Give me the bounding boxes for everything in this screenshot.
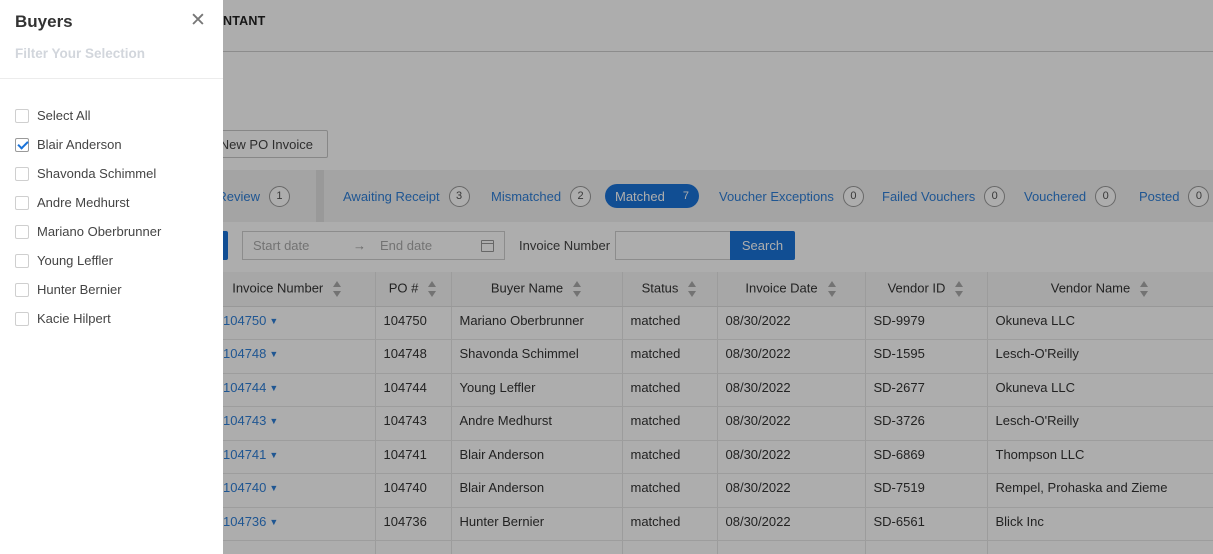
drawer-subtitle: Filter Your Selection xyxy=(15,46,146,61)
option-young-leffler[interactable]: Young Leffler xyxy=(15,246,161,275)
checkbox[interactable] xyxy=(15,166,29,181)
option-blair-anderson[interactable]: Blair Anderson xyxy=(15,130,161,159)
close-icon[interactable]: ✕ xyxy=(190,11,206,31)
checkbox[interactable] xyxy=(15,224,29,239)
checkbox[interactable] xyxy=(15,282,29,297)
option-select-all[interactable]: Select All xyxy=(15,101,161,130)
option-hunter-bernier[interactable]: Hunter Bernier xyxy=(15,275,161,304)
checkbox[interactable] xyxy=(15,108,29,123)
option-kacie-hilpert[interactable]: Kacie Hilpert xyxy=(15,304,161,333)
buyer-options: Select All Blair Anderson Shavonda Schim… xyxy=(15,101,161,333)
divider xyxy=(0,78,223,79)
checkbox[interactable] xyxy=(15,253,29,268)
checkbox-checked[interactable] xyxy=(15,137,29,152)
option-andre-medhurst[interactable]: Andre Medhurst xyxy=(15,188,161,217)
drawer-title: Buyers xyxy=(15,12,73,31)
checkbox[interactable] xyxy=(15,195,29,210)
option-shavonda-schimmel[interactable]: Shavonda Schimmel xyxy=(15,159,161,188)
option-mariano-oberbrunner[interactable]: Mariano Oberbrunner xyxy=(15,217,161,246)
checkbox[interactable] xyxy=(15,311,29,326)
buyers-filter-drawer: Buyers ✕ Filter Your Selection Select Al… xyxy=(0,0,223,554)
